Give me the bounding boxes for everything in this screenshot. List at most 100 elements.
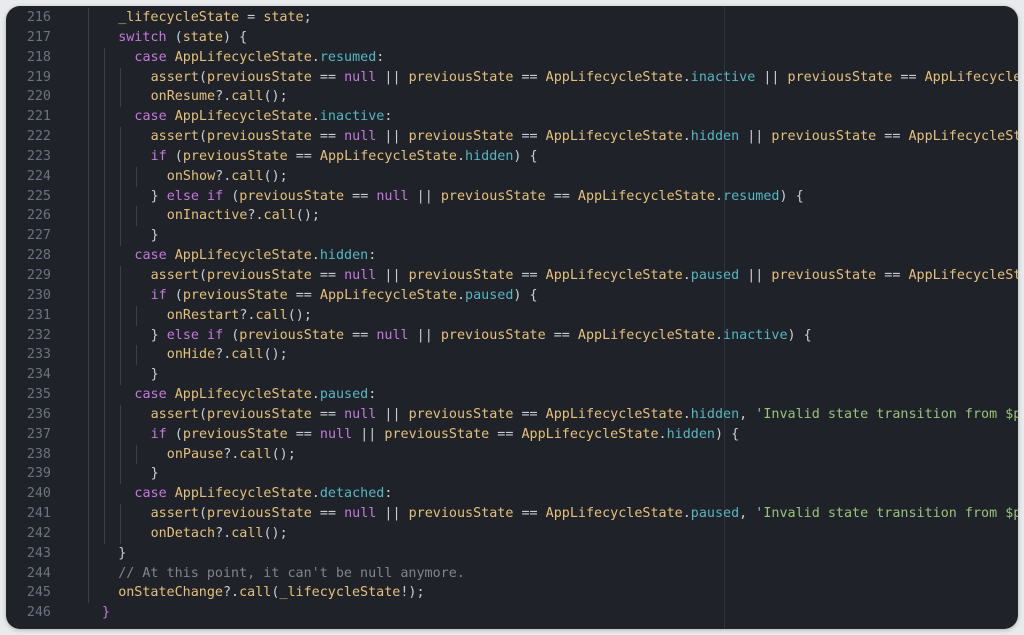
- code-token: call: [231, 347, 264, 363]
- code-token: AppLifecycleState: [174, 109, 312, 125]
- code-line[interactable]: 241 assert(previousState == null || previ…: [6, 504, 1018, 524]
- code-line[interactable]: 244 // At this point, it can't be null an…: [6, 563, 1018, 584]
- indent-guide: [120, 67, 121, 88]
- code-line[interactable]: 236 assert(previousState == null || previ…: [6, 404, 1018, 425]
- code-line[interactable]: 233 onHide?.call();: [6, 345, 1018, 366]
- indent-guide: [120, 285, 121, 306]
- code-token: AppLifecycleStat: [908, 129, 1018, 145]
- code-token: previousState: [771, 267, 877, 283]
- code-token: ||: [376, 267, 409, 283]
- code-line[interactable]: 242 onDetach?.call();: [6, 523, 1018, 544]
- code-token: AppLifecycleState: [521, 426, 659, 442]
- code-line[interactable]: 218 case AppLifecycleState.resumed:: [6, 47, 1018, 68]
- code-token: null: [344, 69, 377, 85]
- code-token: ,: [739, 406, 756, 422]
- code-line[interactable]: 239}: [6, 464, 1018, 485]
- code-token: previousState: [182, 287, 288, 303]
- code-token: else if: [166, 188, 224, 204]
- code-token: ==: [513, 267, 546, 283]
- code-token: AppLifecycleStat: [908, 267, 1018, 283]
- code-area[interactable]: 216 _lifecycleState = state; 217 switch (st…: [6, 8, 1018, 623]
- code-token: previousState: [408, 406, 514, 422]
- code-token: ==: [545, 327, 578, 343]
- code-line[interactable]: 246}: [6, 603, 1018, 623]
- code-line[interactable]: 240 case AppLifecycleState.detached:: [6, 484, 1018, 505]
- code-token: (: [198, 267, 208, 283]
- code-token: previousState: [207, 267, 312, 283]
- indent-guide: [104, 424, 105, 445]
- code-line[interactable]: 220 onResume?.call();: [6, 87, 1018, 108]
- indent-guide: [120, 265, 121, 286]
- code-token: }: [150, 327, 167, 343]
- code-line[interactable]: 224 onShow?.call();: [6, 166, 1018, 187]
- indent-guide: [88, 186, 89, 207]
- code-line[interactable]: 222 assert(previousState == null || previ…: [6, 127, 1018, 147]
- code-line[interactable]: 230 if (previousState == AppLifecycleStat…: [6, 285, 1018, 306]
- code-text: onPause?.call();: [167, 445, 296, 465]
- line-number: 237: [26, 426, 51, 442]
- code-token: ?.: [215, 168, 232, 184]
- indent-guide: [88, 146, 89, 167]
- code-line[interactable]: 228 case AppLifecycleState.hidden:: [6, 246, 1018, 266]
- code-line[interactable]: 238 onPause?.call();: [6, 444, 1018, 465]
- code-token: call: [239, 446, 272, 462]
- code-token: previousState: [408, 506, 514, 522]
- code-line[interactable]: 223 if (previousState == AppLifecycleStat…: [6, 146, 1018, 167]
- indent-guide: [120, 365, 121, 386]
- code-text: onInactive?.call();: [167, 206, 320, 226]
- code-line[interactable]: 235 case AppLifecycleState.paused:: [6, 385, 1018, 405]
- code-line[interactable]: 229 assert(previousState == null || previ…: [6, 265, 1018, 286]
- code-token: inactive: [723, 327, 788, 343]
- code-token: onShow: [166, 168, 216, 184]
- code-token: .: [682, 506, 691, 522]
- code-line[interactable]: 219 assert(previousState == null || previ…: [6, 67, 1018, 88]
- code-line[interactable]: 221 case AppLifecycleState.inactive:: [6, 107, 1018, 128]
- code-line[interactable]: 245 onStateChange?.call(_lifecycleState!)…: [6, 583, 1018, 604]
- code-token: previousState: [384, 426, 490, 442]
- code-token: .: [682, 267, 691, 283]
- code-text: case AppLifecycleState.hidden:: [134, 246, 376, 266]
- code-token: ==: [311, 406, 345, 422]
- indent-guide: [88, 424, 89, 445]
- code-token: previousState: [408, 69, 514, 85]
- code-text: assert(previousState == null || previous…: [151, 405, 1018, 425]
- code-token: paused: [690, 506, 740, 522]
- code-token: .: [658, 426, 667, 442]
- code-token: ?.: [215, 347, 232, 363]
- indent-guide: [104, 127, 105, 147]
- indent-guide: [104, 47, 105, 68]
- code-line[interactable]: 226 onInactive?.call();: [6, 206, 1018, 227]
- code-line[interactable]: 216 _lifecycleState = state;: [6, 8, 1018, 28]
- code-token: ==: [287, 148, 320, 164]
- code-line[interactable]: 217 switch (state) {: [6, 27, 1018, 48]
- code-line[interactable]: 227}: [6, 226, 1018, 247]
- code-token: call: [263, 208, 296, 224]
- code-text: } else if (previousState == null || prev…: [151, 326, 812, 346]
- code-line[interactable]: 234}: [6, 365, 1018, 386]
- code-token: state: [182, 29, 223, 45]
- code-line[interactable]: 243}: [6, 543, 1018, 564]
- code-line[interactable]: 232} else if (previousState == null || p…: [6, 325, 1018, 346]
- code-token: AppLifecycleState: [319, 148, 457, 164]
- code-token: onStateChange: [118, 585, 223, 601]
- indent-guide: [88, 484, 89, 505]
- code-line[interactable]: 237 if (previousState == null || previous…: [6, 424, 1018, 445]
- code-line[interactable]: 225} else if (previousState == null || p…: [6, 186, 1018, 207]
- code-token: ) {: [779, 188, 804, 204]
- code-token: ||: [376, 69, 409, 85]
- indent-guide: [88, 345, 89, 366]
- code-token: :: [368, 248, 377, 264]
- code-token: :: [384, 109, 393, 125]
- line-number: 227: [26, 228, 51, 244]
- code-text: onHide?.call();: [167, 345, 288, 365]
- code-token: .: [311, 248, 320, 264]
- code-token: ) {: [223, 29, 248, 45]
- code-token: (: [223, 327, 240, 343]
- code-token: ==: [545, 188, 578, 204]
- code-token: previousState: [408, 129, 514, 145]
- indent-guide: [120, 404, 121, 425]
- code-text: assert(previousState == null || previous…: [151, 504, 1018, 524]
- code-line[interactable]: 231 onRestart?.call();: [6, 305, 1018, 326]
- code-text: onShow?.call();: [167, 167, 288, 187]
- code-token: }: [102, 605, 111, 621]
